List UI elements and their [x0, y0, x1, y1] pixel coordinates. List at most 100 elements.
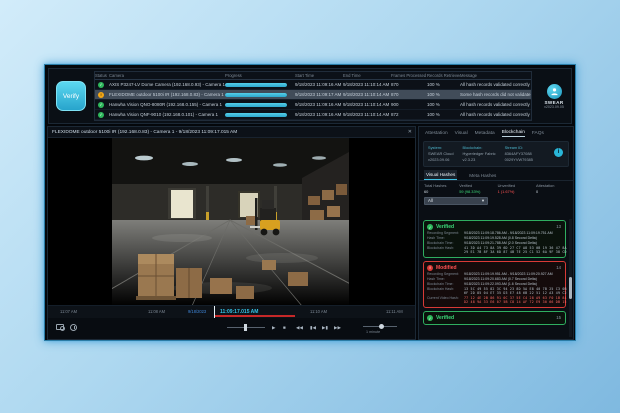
col-message: Message [460, 73, 531, 78]
snapshot-icon[interactable] [56, 324, 64, 330]
check-icon: ✓ [427, 224, 433, 230]
end-time: 9/18/2023 11:10:14 AM [343, 92, 391, 97]
hash-card-verified[interactable]: ✓ Verified 15 [423, 311, 566, 325]
filter-value: All [428, 198, 433, 203]
tab-faqs[interactable]: FAQs [532, 131, 544, 136]
status-ok-icon: ✓ [98, 112, 104, 118]
play-button[interactable]: ▶ [272, 323, 276, 332]
row-message: All hash records validated correctly [460, 112, 531, 117]
video-player: FLEXIDOME outdoor 5100i IR (192.168.0.83… [47, 126, 416, 340]
app-window: Verify Status Camera Progress Start Time… [44, 64, 576, 341]
camera-name: Hanwha Vision QNF-9010 (192.168.0.101) -… [109, 112, 225, 117]
tab-blockchain[interactable]: Blockchain [502, 130, 525, 137]
end-time: 9/18/2023 11:10:14 AM [343, 82, 391, 87]
range-slider[interactable] [363, 326, 397, 327]
table-row[interactable]: ✓ Hanwha Vision QNO-8080R (192.168.0.155… [95, 100, 531, 110]
timeline-ruler[interactable]: 11:07 AM 11:08 AM 9/18/2023 11:09:17.015… [48, 305, 415, 318]
stop-button[interactable]: ■ [283, 323, 286, 332]
start-time: 9/18/2023 11:09:16 AM [295, 82, 343, 87]
subtab-visual-hashes[interactable]: Visual Hashes [424, 170, 457, 180]
hash-card-modified[interactable]: ! Modified 14 Recording Segment: 9/18/20… [423, 261, 566, 308]
info-icon[interactable]: i [554, 148, 563, 157]
brand-logo: SWEAR v2023.09.05 [537, 84, 571, 109]
row-message: All hash records validated correctly [460, 102, 531, 107]
step-back-button[interactable]: ◀◀ [296, 323, 303, 332]
verified-value: 59 (98.33%) [459, 189, 497, 195]
blockchain-info: Blockchain: Hyperledger Fabric v2.3.23 [463, 145, 496, 163]
range-slider-thumb[interactable] [379, 324, 384, 329]
verification-topbar: Verify Status Camera Progress Start Time… [48, 68, 572, 124]
total-hashes-value: 60 [424, 189, 459, 195]
modified-segment-bar [215, 315, 295, 317]
step-forward-button[interactable]: ▶▶ [334, 323, 341, 332]
progress-bar [225, 83, 287, 87]
camera-name: AXIS P3247-LV Dome Camera (192.168.0.93)… [109, 82, 225, 87]
status-ok-icon: ✓ [98, 102, 104, 108]
progress-bar [225, 103, 287, 107]
table-row[interactable]: ✓ Hanwha Vision QNF-9010 (192.168.0.101)… [95, 110, 531, 120]
system-info-block: System: SWEAR Cloud v2023.09.06 Blockcha… [423, 141, 569, 167]
timeline-tick: 11:07 AM [60, 309, 77, 314]
progress-bar [225, 93, 287, 97]
camera-name: Hanwha Vision QNO-8080R (192.168.0.155) … [109, 102, 225, 107]
status-ok-icon: ✓ [98, 82, 104, 88]
card-status: Verified [436, 224, 454, 230]
speed-slider-thumb[interactable] [244, 324, 247, 331]
timeline-date: 9/18/2023 [188, 309, 206, 314]
system-version: v2023.09.06 [428, 157, 454, 163]
verify-button[interactable]: Verify [56, 81, 86, 111]
hash-cards-list[interactable]: ✓ Verified 13 Recording Segment: 9/18/20… [419, 218, 568, 338]
playhead[interactable] [214, 306, 215, 318]
tab-metadata[interactable]: Metadata [475, 131, 495, 136]
current-video-hash-line2: D2 48 9A 33 E6 07 5B C8 14 AF 72 E9 30 6… [464, 300, 567, 305]
card-index: 14 [556, 265, 561, 270]
start-time: 9/18/2023 11:09:16 AM [295, 112, 343, 117]
warehouse-scene [112, 138, 349, 305]
timeline-tick: 11:08 AM [148, 309, 165, 314]
card-status: Verified [436, 315, 454, 321]
system-info: System: SWEAR Cloud v2023.09.06 [428, 145, 454, 163]
end-time: 9/18/2023 11:10:14 AM [343, 102, 391, 107]
scrollbar-thumb[interactable] [569, 277, 572, 299]
records-retrieved: 100 % [427, 102, 460, 107]
speed-slider[interactable] [227, 327, 265, 328]
frame-back-button[interactable]: ▮◀ [310, 323, 316, 332]
close-icon[interactable]: ✕ [408, 127, 412, 138]
start-time: 9/18/2023 11:09:17 AM [295, 92, 343, 97]
camera-table: Status Camera Progress Start Time End Ti… [94, 71, 532, 121]
subtab-meta-hashes[interactable]: Meta Hashes [467, 171, 498, 180]
swear-logo-icon [547, 84, 562, 99]
export-icon[interactable] [70, 324, 77, 331]
table-header: Status Camera Progress Start Time End Ti… [95, 72, 531, 80]
chevron-down-icon: ▾ [482, 198, 484, 204]
records-retrieved: 100 % [427, 112, 460, 117]
frame-forward-button[interactable]: ▶▮ [322, 323, 328, 332]
card-status: Modified [436, 265, 457, 271]
tab-visual[interactable]: Visual [455, 131, 468, 136]
progress-bar [225, 113, 287, 117]
frames-processed: 872 [391, 112, 427, 117]
warehouse-video-frame [112, 138, 349, 305]
records-retrieved: 100 % [427, 92, 460, 97]
video-viewport[interactable] [48, 138, 415, 305]
panel-scrollbar[interactable] [569, 219, 572, 337]
camera-name: FLEXIDOME outdoor 5100i IR (192.168.0.83… [109, 92, 225, 97]
row-message: Some hash records did not validate corre… [460, 92, 531, 97]
status-warning-icon: ! [98, 92, 104, 98]
player-controls: ▶ ■ ◀◀ ▮◀ ▶▮ ▶▶ 1 minute [48, 318, 415, 339]
filter-dropdown[interactable]: All ▾ [424, 197, 488, 205]
hash-subtabs: Visual Hashes Meta Hashes [419, 170, 573, 181]
blockchain-hash-label: Blockchain Hash: [427, 287, 464, 296]
row-message: All hash records validated correctly [460, 82, 531, 87]
tab-attestation[interactable]: Attestation [425, 131, 448, 136]
col-end: End Time [343, 73, 391, 78]
hash-card-verified[interactable]: ✓ Verified 13 Recording Segment: 9/18/20… [423, 220, 566, 258]
table-row-selected[interactable]: ! FLEXIDOME outdoor 5100i IR (192.168.0.… [95, 90, 531, 100]
end-time: 9/18/2023 11:10:14 AM [343, 112, 391, 117]
blockchain-hash-line2: 29 E1 7B 8F 3A 6D 87 4B 7E 25 C1 52 6A 9… [464, 250, 567, 255]
attestation-value: 0 [536, 189, 568, 195]
alert-icon: ! [427, 265, 433, 271]
table-row[interactable]: ✓ AXIS P3247-LV Dome Camera (192.168.0.9… [95, 80, 531, 90]
unverified-value: 1 (1.67%) [498, 189, 536, 195]
blockchain-hash-label: Blockchain Hash: [427, 246, 464, 255]
